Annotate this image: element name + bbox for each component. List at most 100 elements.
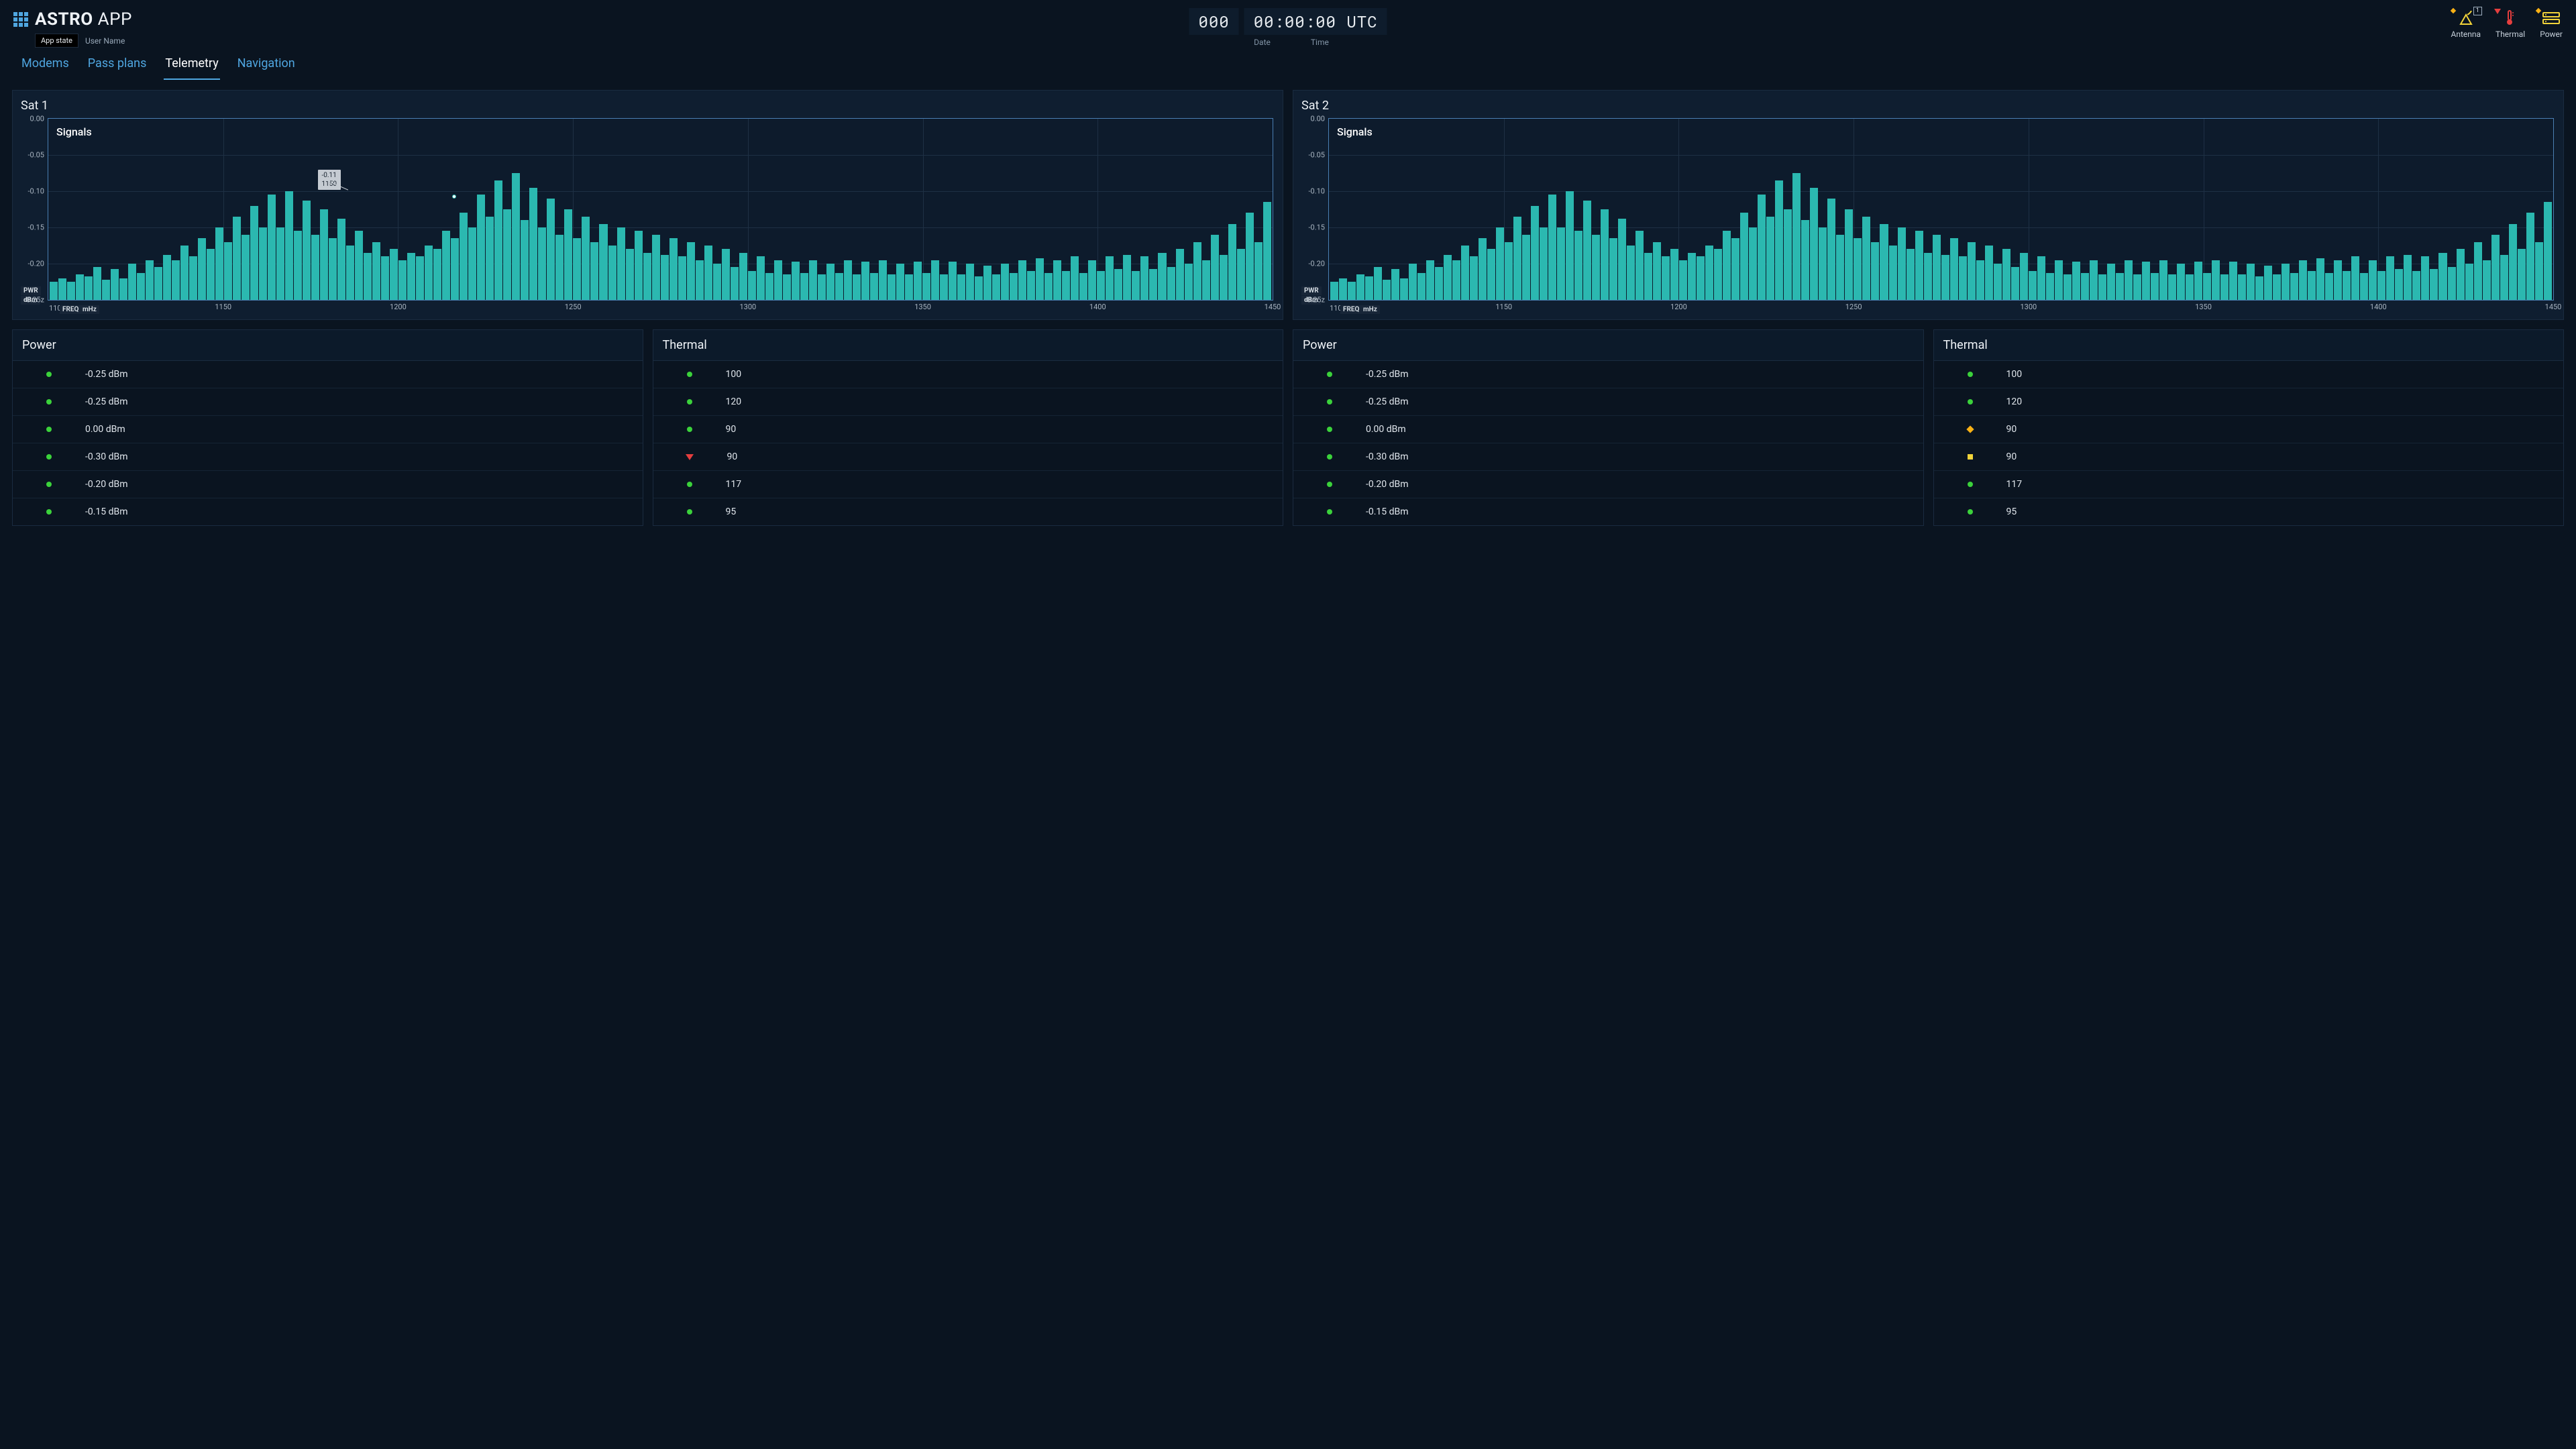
power-panel: Power-0.25 dBm-0.25 dBm0.00 dBm-0.30 dBm… xyxy=(12,329,643,526)
list-row[interactable]: 0.00 dBm xyxy=(1293,416,1923,443)
status-ok-icon xyxy=(46,482,52,487)
list-row[interactable]: -0.20 dBm xyxy=(1293,471,1923,498)
list-row[interactable]: 90 xyxy=(1934,416,2564,443)
x-tick: 1450 xyxy=(2545,303,2562,311)
x-tick: 1150 xyxy=(215,303,231,311)
y-tick: 0.00 xyxy=(30,115,44,123)
app-grid-icon[interactable] xyxy=(13,12,28,27)
row-value: 90 xyxy=(727,451,781,462)
y-tick: -0.10 xyxy=(1309,187,1326,196)
y-tick: 0.00 xyxy=(1311,115,1325,123)
x-tick: 1400 xyxy=(1089,303,1106,311)
status-badge: 1 xyxy=(2473,7,2482,15)
thermal-header: Thermal xyxy=(1934,330,2564,361)
list-row[interactable]: 117 xyxy=(653,471,1283,498)
y-tick: -0.15 xyxy=(1309,223,1326,232)
antenna-icon xyxy=(2458,11,2474,25)
y-tick: -0.15 xyxy=(28,223,45,232)
row-value: 100 xyxy=(726,369,780,380)
sat-title: Sat 2 xyxy=(1301,99,2555,113)
list-row[interactable]: 100 xyxy=(653,361,1283,388)
list-row[interactable]: 0.00 dBm xyxy=(13,416,643,443)
clock: 000 00:00:00 UTC Date Time xyxy=(1189,8,1387,47)
list-row[interactable]: 120 xyxy=(1934,388,2564,416)
x-axis-label: FREQ xyxy=(1340,305,1362,314)
status-ok-icon xyxy=(46,509,52,515)
crit-triangle-icon xyxy=(2494,9,2501,14)
y-tick: -0.05 xyxy=(28,151,45,160)
x-axis-label: FREQ xyxy=(60,305,81,314)
x-axis-unit: mHz xyxy=(1360,305,1380,314)
row-value: -0.25 dBm xyxy=(1366,369,1419,380)
signals-chart[interactable]: Signals0.00-0.05-0.10-0.15-0.20-0.25z115… xyxy=(1328,118,2554,301)
list-row[interactable]: 120 xyxy=(653,388,1283,416)
row-value: 120 xyxy=(2006,396,2060,407)
row-value: 90 xyxy=(2006,424,2060,435)
list-row[interactable]: -0.15 dBm xyxy=(13,498,643,525)
status-antenna[interactable]: 1 Antenna xyxy=(2451,9,2481,39)
x-tick: 1400 xyxy=(2370,303,2387,311)
row-value: -0.25 dBm xyxy=(85,369,139,380)
y-tick: -0.05 xyxy=(1309,151,1326,160)
warn-diamond-icon xyxy=(2536,8,2541,13)
thermal-panel: Thermal100120909011795 xyxy=(653,329,1284,526)
status-ok-icon xyxy=(687,399,692,405)
status-ok-icon xyxy=(46,372,52,377)
x-tick: 1200 xyxy=(390,303,407,311)
x-tick: 1350 xyxy=(914,303,931,311)
status-ok-icon xyxy=(1968,399,1973,405)
x-tick: 1250 xyxy=(565,303,582,311)
row-value: 95 xyxy=(726,506,780,517)
list-row[interactable]: -0.20 dBm xyxy=(13,471,643,498)
clock-time-label: Time xyxy=(1311,38,1329,47)
list-row[interactable]: 95 xyxy=(1934,498,2564,525)
list-row[interactable]: -0.25 dBm xyxy=(1293,388,1923,416)
y-axis-label: PWR xyxy=(21,286,41,295)
y-tick: -0.25z xyxy=(1305,296,1325,305)
status-warn-icon xyxy=(1966,425,1974,433)
row-value: 117 xyxy=(2006,479,2060,490)
list-row[interactable]: 100 xyxy=(1934,361,2564,388)
list-row[interactable]: -0.25 dBm xyxy=(13,388,643,416)
y-tick: -0.25z xyxy=(24,296,44,305)
list-row[interactable]: 90 xyxy=(653,443,1283,471)
status-ok-icon xyxy=(1327,427,1332,432)
list-row[interactable]: 95 xyxy=(653,498,1283,525)
x-tick: 1300 xyxy=(739,303,756,311)
chart-title: Signals xyxy=(56,125,92,138)
power-panel: Power-0.25 dBm-0.25 dBm0.00 dBm-0.30 dBm… xyxy=(1293,329,1924,526)
power-header: Power xyxy=(1293,330,1923,361)
row-value: 0.00 dBm xyxy=(85,424,139,435)
signals-chart[interactable]: Signals0.00-0.05-0.10-0.15-0.20-0.25z115… xyxy=(48,118,1273,301)
status-thermal[interactable]: Thermal xyxy=(2496,9,2525,39)
list-row[interactable]: -0.30 dBm xyxy=(13,443,643,471)
power-icon xyxy=(2542,11,2560,25)
status-ok-icon xyxy=(1327,454,1332,460)
x-tick: 1450 xyxy=(1265,303,1281,311)
list-row[interactable]: 117 xyxy=(1934,471,2564,498)
tab-navigation[interactable]: Navigation xyxy=(236,51,297,80)
tab-modems[interactable]: Modems xyxy=(20,51,70,80)
list-row[interactable]: -0.30 dBm xyxy=(1293,443,1923,471)
x-tick: 1200 xyxy=(1670,303,1687,311)
row-value: -0.15 dBm xyxy=(1366,506,1419,517)
chart-bars xyxy=(1329,119,2553,300)
list-row[interactable]: -0.25 dBm xyxy=(1293,361,1923,388)
status-power[interactable]: Power xyxy=(2540,9,2563,39)
tab-telemetry[interactable]: Telemetry xyxy=(164,51,219,80)
status-ok-icon xyxy=(1327,509,1332,515)
list-row[interactable]: -0.25 dBm xyxy=(13,361,643,388)
list-row[interactable]: -0.15 dBm xyxy=(1293,498,1923,525)
row-value: 120 xyxy=(726,396,780,407)
y-tick: -0.10 xyxy=(28,187,45,196)
status-ok-icon xyxy=(1968,482,1973,487)
app-title: ASTRO APP xyxy=(35,9,132,30)
list-row[interactable]: 90 xyxy=(1934,443,2564,471)
row-value: -0.30 dBm xyxy=(1366,451,1419,462)
app-state-badge: App state xyxy=(35,34,78,48)
tab-pass-plans[interactable]: Pass plans xyxy=(87,51,148,80)
status-ok-icon xyxy=(1327,399,1332,405)
status-critical-icon xyxy=(686,454,694,460)
x-axis-unit: mHz xyxy=(80,305,99,314)
list-row[interactable]: 90 xyxy=(653,416,1283,443)
